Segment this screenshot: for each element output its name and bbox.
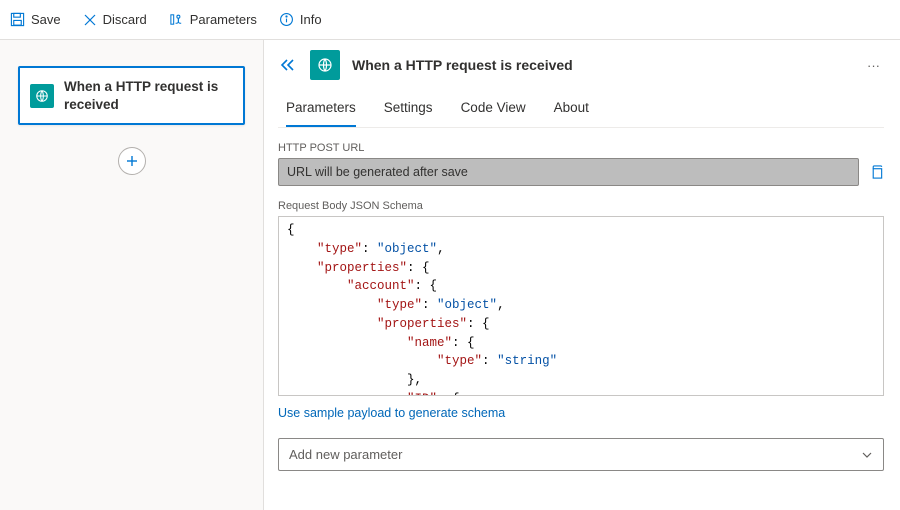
save-button[interactable]: Save xyxy=(10,12,61,27)
chevron-down-icon xyxy=(861,449,873,461)
copy-url-button[interactable] xyxy=(869,164,884,180)
collapse-button[interactable] xyxy=(278,56,298,74)
detail-title: When a HTTP request is received xyxy=(352,57,851,73)
parameters-button[interactable]: Parameters xyxy=(169,12,257,27)
tab-settings[interactable]: Settings xyxy=(384,94,433,127)
http-post-url-row: URL will be generated after save xyxy=(278,158,884,186)
schema-editor[interactable]: { "type": "object", "properties": { "acc… xyxy=(278,216,884,396)
save-icon xyxy=(10,12,25,27)
tab-code-view[interactable]: Code View xyxy=(461,94,526,127)
tab-about[interactable]: About xyxy=(554,94,589,127)
schema-label: Request Body JSON Schema xyxy=(278,200,884,212)
tab-parameters[interactable]: Parameters xyxy=(286,94,356,127)
parameters-label: Parameters xyxy=(190,12,257,27)
discard-button[interactable]: Discard xyxy=(83,12,147,27)
save-label: Save xyxy=(31,12,61,27)
add-step-button[interactable] xyxy=(118,147,146,175)
parameters-icon xyxy=(169,12,184,27)
more-button[interactable]: ··· xyxy=(863,58,884,73)
http-post-url-field[interactable]: URL will be generated after save xyxy=(278,158,859,186)
add-parameter-label: Add new parameter xyxy=(289,447,402,462)
detail-header: When a HTTP request is received ··· xyxy=(278,50,884,80)
http-post-url-label: HTTP POST URL xyxy=(278,142,884,154)
info-button[interactable]: Info xyxy=(279,12,322,27)
discard-label: Discard xyxy=(103,12,147,27)
add-parameter-dropdown[interactable]: Add new parameter xyxy=(278,438,884,471)
use-sample-payload-link[interactable]: Use sample payload to generate schema xyxy=(278,406,884,420)
designer-canvas: When a HTTP request is received xyxy=(0,40,264,510)
toolbar: Save Discard Parameters In xyxy=(0,0,900,40)
http-trigger-icon xyxy=(30,84,54,108)
close-icon xyxy=(83,13,97,27)
info-icon xyxy=(279,12,294,27)
main-area: When a HTTP request is received W xyxy=(0,40,900,510)
info-label: Info xyxy=(300,12,322,27)
tabs: Parameters Settings Code View About xyxy=(278,94,884,128)
detail-panel: When a HTTP request is received ··· Para… xyxy=(264,40,900,510)
http-trigger-icon xyxy=(310,50,340,80)
trigger-card[interactable]: When a HTTP request is received xyxy=(18,66,245,125)
trigger-card-title: When a HTTP request is received xyxy=(64,78,233,113)
